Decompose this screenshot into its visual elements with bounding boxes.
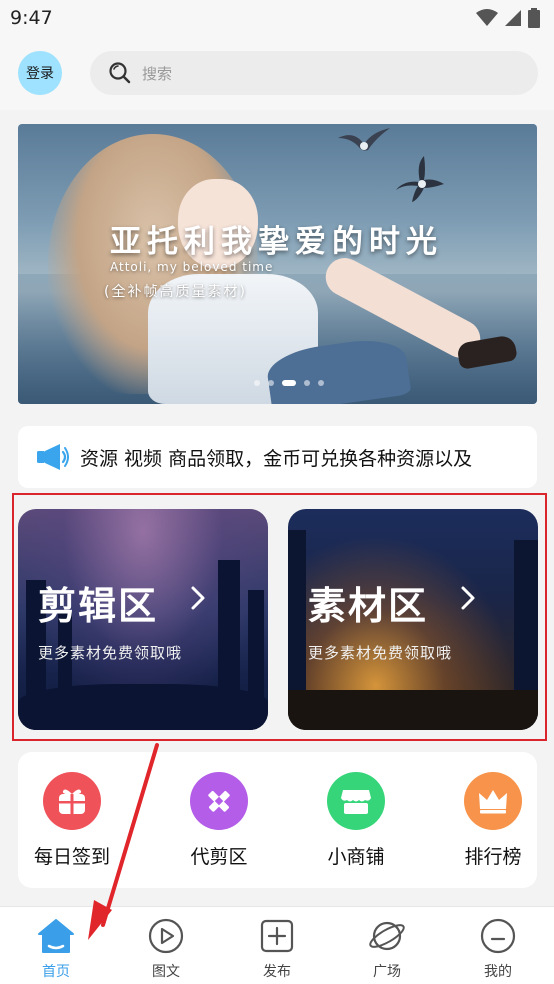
tab-posts[interactable]: 图文 xyxy=(126,917,206,981)
carousel-indicator xyxy=(254,380,324,386)
signal-icon xyxy=(505,10,521,26)
tab-label: 首页 xyxy=(42,964,70,980)
banner-title: 亚托利我挚爱的时光 xyxy=(110,224,443,260)
quick-item-shop[interactable]: 小商铺 xyxy=(306,772,406,869)
quick-label: 代剪区 xyxy=(190,846,248,868)
bottom-tab-bar: 首页 图文 发布 广场 我的 xyxy=(0,906,554,984)
search-placeholder: 搜索 xyxy=(142,64,173,83)
carousel-dot[interactable] xyxy=(304,380,310,386)
tab-plaza[interactable]: 广场 xyxy=(347,917,427,981)
login-button[interactable]: 登录 xyxy=(18,51,62,95)
planet-icon xyxy=(369,921,405,951)
megaphone-icon xyxy=(37,444,69,470)
search-icon xyxy=(109,62,131,84)
quick-item-checkin[interactable]: 每日签到 xyxy=(22,772,122,869)
carousel-dot[interactable] xyxy=(254,380,260,386)
notice-bar[interactable]: 资源 视频 商品领取，金币可兑换各种资源以及 xyxy=(18,426,537,488)
carousel-dot-active[interactable] xyxy=(282,380,296,386)
bird-icon xyxy=(338,128,390,151)
tab-label: 发布 xyxy=(263,964,291,980)
banner-subtitle: Attoli, my beloved time xyxy=(110,260,274,274)
battery-icon xyxy=(528,8,540,28)
carousel-dot[interactable] xyxy=(268,380,274,386)
banner-caption: (全补帧高质量素材) xyxy=(104,284,247,300)
plus-square-icon xyxy=(260,919,294,953)
search-input[interactable]: 搜索 xyxy=(90,51,538,95)
pencil-ruler-icon xyxy=(190,772,248,830)
banner-carousel[interactable]: 亚托利我挚爱的时光 Attoli, my beloved time (全补帧高质… xyxy=(18,124,537,404)
wifi-icon xyxy=(476,9,498,26)
status-time: 9:47 xyxy=(10,7,53,29)
shop-icon xyxy=(327,772,385,830)
tab-me[interactable]: 我的 xyxy=(458,917,538,981)
bird-icon xyxy=(396,156,444,202)
quick-menu: 每日签到 代剪区 小商铺 排行榜 xyxy=(18,752,537,888)
tab-label: 我的 xyxy=(484,964,512,980)
quick-item-ranking[interactable]: 排行榜 xyxy=(443,772,543,869)
play-circle-icon xyxy=(148,918,184,954)
gift-icon xyxy=(43,772,101,830)
header: 登录 搜索 xyxy=(0,36,554,110)
status-bar: 9:47 xyxy=(0,0,554,36)
user-icon xyxy=(480,918,516,954)
quick-label: 排行榜 xyxy=(464,846,522,868)
tab-label: 图文 xyxy=(152,964,180,980)
tab-label: 广场 xyxy=(373,964,401,980)
status-icons xyxy=(476,8,540,28)
notice-text: 资源 视频 商品领取，金币可兑换各种资源以及 xyxy=(80,447,473,470)
tab-publish[interactable]: 发布 xyxy=(237,917,317,981)
quick-label: 小商铺 xyxy=(327,846,385,868)
home-icon xyxy=(38,919,74,953)
tab-home[interactable]: 首页 xyxy=(16,917,96,981)
quick-label: 每日签到 xyxy=(33,846,110,868)
quick-item-proxy-edit[interactable]: 代剪区 xyxy=(169,772,269,869)
crown-icon xyxy=(464,772,522,830)
highlight-box xyxy=(12,493,547,741)
carousel-dot[interactable] xyxy=(318,380,324,386)
